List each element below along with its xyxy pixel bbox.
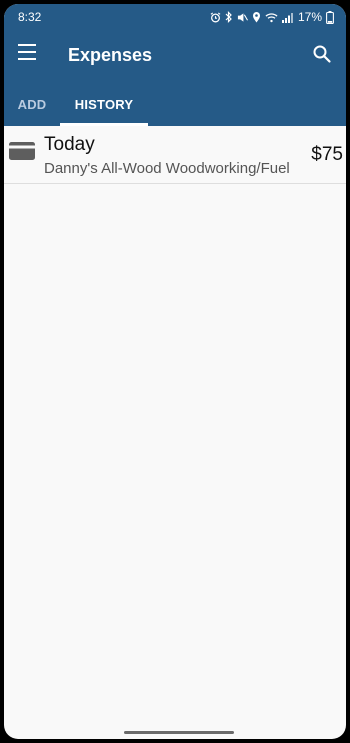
- gesture-bar[interactable]: [124, 731, 234, 734]
- battery-percent: 17%: [297, 10, 322, 24]
- list-item[interactable]: Today Danny's All-Wood Woodworking/Fuel …: [4, 126, 346, 184]
- item-description: Danny's All-Wood Woodworking/Fuel: [44, 160, 290, 177]
- alarm-icon: [210, 11, 221, 22]
- menu-icon[interactable]: [18, 44, 40, 66]
- search-icon[interactable]: [312, 44, 334, 66]
- phone-frame: 8:32 17% Expenses ADD HISTORY Today Dann…: [0, 0, 350, 743]
- tab-history[interactable]: HISTORY: [60, 82, 148, 126]
- item-date: Today: [44, 134, 95, 155]
- tab-history-label: HISTORY: [74, 96, 134, 112]
- tab-add-label: ADD: [17, 96, 47, 112]
- battery-icon: [326, 10, 334, 24]
- status-icons: 17%: [210, 10, 334, 24]
- app-bar: Expenses: [4, 30, 346, 82]
- item-amount: $75: [311, 144, 343, 165]
- page-title: Expenses: [68, 45, 153, 65]
- credit-card-icon: [9, 142, 35, 160]
- history-list: Today Danny's All-Wood Woodworking/Fuel …: [4, 126, 346, 184]
- tab-bar: ADD HISTORY: [4, 82, 346, 126]
- status-time: 8:32: [18, 10, 42, 24]
- signal-icon: [281, 12, 293, 23]
- status-bar: 8:32 17%: [4, 4, 346, 30]
- tab-add[interactable]: ADD: [4, 82, 60, 126]
- mute-icon: [237, 12, 248, 22]
- screen: 8:32 17% Expenses ADD HISTORY Today Dann…: [4, 4, 346, 739]
- bluetooth-icon: [225, 11, 232, 23]
- location-icon: [252, 12, 260, 23]
- wifi-icon: [265, 12, 278, 22]
